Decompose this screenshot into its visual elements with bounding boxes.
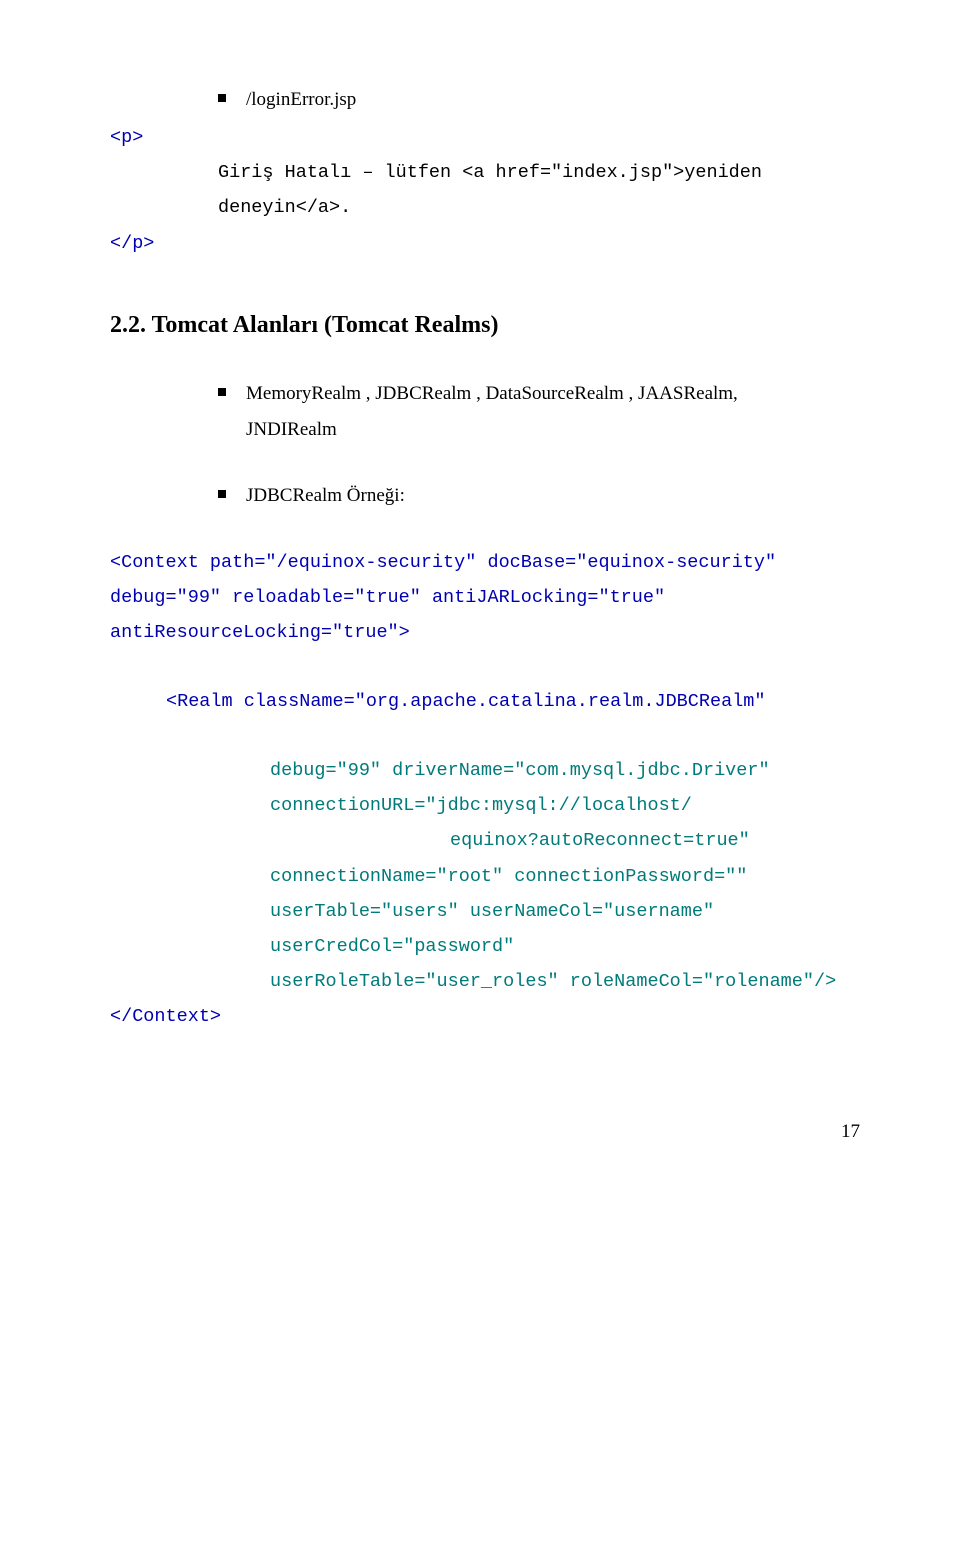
code-l8: connectionName="root" connectionPassword… (110, 859, 860, 894)
p-open-tag: <p> (110, 120, 860, 155)
code-l10: userCredCol="password" (110, 929, 860, 964)
code-l7: equinox?autoReconnect=true" (110, 823, 860, 858)
login-hata-line2: deneyin</a>. (110, 190, 860, 225)
bullet-login-error: /loginError.jsp (110, 82, 860, 118)
code-l11: userRoleTable="user_roles" roleNameCol="… (270, 971, 836, 992)
login-error-text: /loginError.jsp (246, 82, 356, 118)
code-l5: debug="99" driverName="com.mysql.jdbc.Dr… (110, 753, 860, 788)
realm-list-block: MemoryRealm , JDBCRealm , DataSourceReal… (110, 376, 860, 514)
bullet-jdbc-example: JDBCRealm Örneği: (110, 478, 860, 514)
realm-types-line2: JNDIRealm (246, 412, 738, 448)
code-l3: antiResourceLocking="true"> (110, 615, 860, 650)
p-close-tag: </p> (110, 226, 860, 261)
bullet-realm-types: MemoryRealm , JDBCRealm , DataSourceReal… (110, 376, 860, 448)
realm-types-line1: MemoryRealm , JDBCRealm , DataSourceReal… (246, 376, 738, 412)
square-bullet-icon (218, 490, 226, 498)
page-number: 17 (110, 1114, 860, 1150)
realm-types-wrap: MemoryRealm , JDBCRealm , DataSourceReal… (246, 376, 738, 448)
code-realm-attrs: debug="99" driverName="com.mysql.jdbc.Dr… (110, 753, 860, 1034)
jdbc-example-label: JDBCRealm Örneği: (246, 478, 405, 514)
square-bullet-icon (218, 94, 226, 102)
code-l1: <Context path="/equinox-security" docBas… (110, 545, 860, 580)
code-context-block: <Context path="/equinox-security" docBas… (110, 545, 860, 720)
section-heading: 2.2. Tomcat Alanları (Tomcat Realms) (110, 303, 860, 349)
square-bullet-icon (218, 388, 226, 396)
section-number: 2.2. (110, 312, 146, 338)
code-l12: </Context> (110, 999, 860, 1034)
login-error-block: /loginError.jsp <p> Giriş Hatalı – lütfe… (110, 82, 860, 261)
code-l11-row: userRoleTable="user_roles" roleNameCol="… (110, 964, 860, 999)
code-l9: userTable="users" userNameCol="username" (110, 894, 860, 929)
code-l6: connectionURL="jdbc:mysql://localhost/ (110, 788, 860, 823)
code-l4: <Realm className="org.apache.catalina.re… (110, 684, 860, 719)
section-title: Tomcat Alanları (Tomcat Realms) (152, 312, 499, 338)
login-hata-line1: Giriş Hatalı – lütfen <a href="index.jsp… (110, 155, 860, 190)
code-l2: debug="99" reloadable="true" antiJARLock… (110, 580, 860, 615)
